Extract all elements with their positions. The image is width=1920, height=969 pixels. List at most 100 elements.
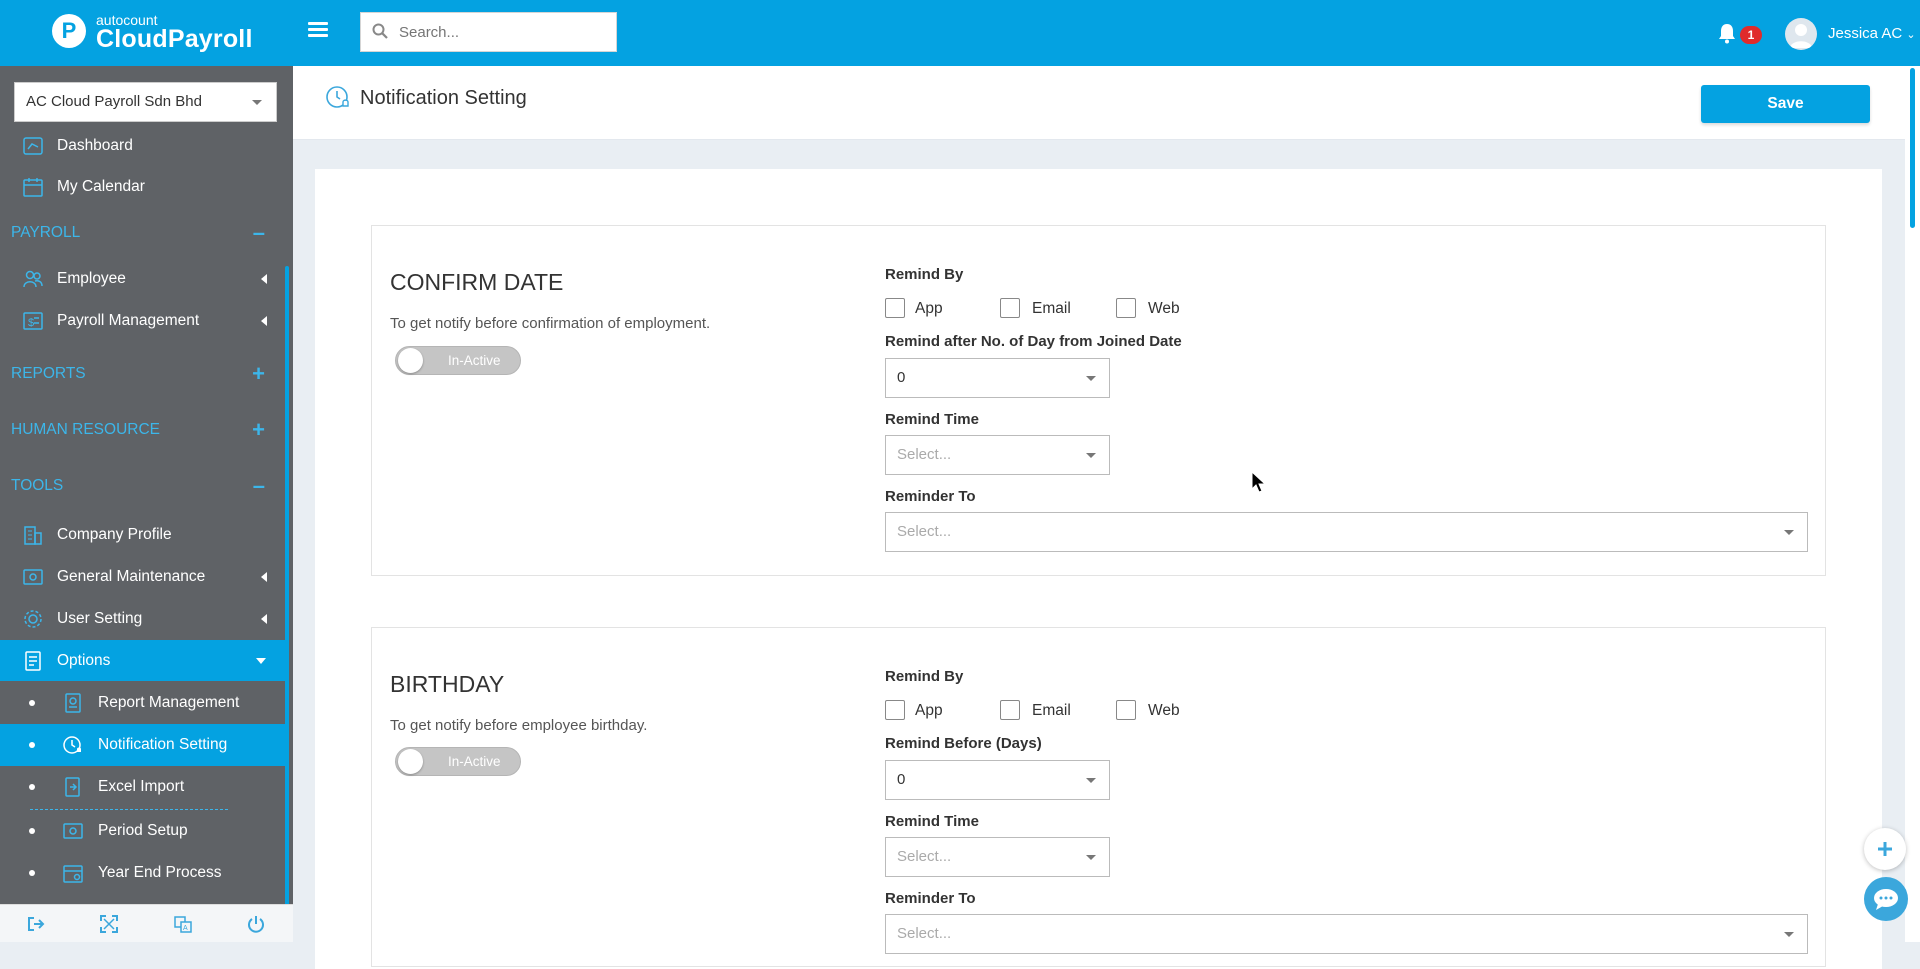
- remind-days-select[interactable]: 0: [885, 358, 1110, 398]
- sidebar-item-label: General Maintenance: [57, 568, 206, 585]
- user-avatar-icon[interactable]: [1785, 18, 1817, 50]
- app-logo[interactable]: P autocount CloudPayroll: [52, 10, 292, 56]
- section-description: To get notify before employee birthday.: [390, 717, 648, 734]
- sidebar-section-tools[interactable]: TOOLS –: [0, 463, 285, 509]
- remind-time-select[interactable]: Select...: [885, 837, 1110, 877]
- user-name-menu[interactable]: Jessica AC ⌄: [1828, 25, 1916, 42]
- email-checkbox[interactable]: [1000, 700, 1020, 720]
- bullet-icon: [29, 784, 35, 790]
- payroll-icon: $: [23, 312, 43, 330]
- chevron-left-icon: [261, 614, 267, 624]
- section-header-label: HUMAN RESOURCE: [11, 421, 160, 438]
- app-checkbox[interactable]: [885, 700, 905, 720]
- sidebar-item-label: Period Setup: [98, 822, 188, 839]
- sidebar-subitem-excel-import[interactable]: Excel Import: [0, 766, 285, 808]
- building-icon: [24, 526, 42, 545]
- svg-text:$: $: [28, 317, 34, 329]
- chevron-left-icon: [261, 572, 267, 582]
- bell-icon[interactable]: [1717, 22, 1737, 44]
- page-scrollbar[interactable]: [1905, 66, 1920, 942]
- toggle-label: In-Active: [448, 353, 501, 368]
- sidebar-subitem-report-management[interactable]: Report Management: [0, 682, 285, 724]
- page-header: Notification Setting: [293, 66, 1905, 140]
- mouse-cursor-icon: [1251, 471, 1267, 493]
- logout-icon[interactable]: [26, 914, 46, 934]
- chevron-down-icon: [1086, 778, 1096, 783]
- sidebar-section-reports[interactable]: REPORTS +: [0, 351, 285, 397]
- web-checkbox[interactable]: [1116, 298, 1136, 318]
- select-value: 0: [897, 771, 906, 788]
- sidebar-item-label: Excel Import: [98, 778, 185, 795]
- gear-icon: [24, 610, 42, 628]
- app-checkbox[interactable]: [885, 298, 905, 318]
- fullscreen-icon[interactable]: [99, 914, 119, 934]
- sidebar-item-label: Year End Process: [98, 864, 222, 881]
- remind-days-select[interactable]: 0: [885, 760, 1110, 800]
- page-title: Notification Setting: [360, 87, 527, 109]
- web-checkbox[interactable]: [1116, 700, 1136, 720]
- company-select-value: AC Cloud Payroll Sdn Bhd: [26, 93, 202, 110]
- remind-days-label: Remind after No. of Day from Joined Date: [885, 333, 1182, 350]
- status-toggle[interactable]: In-Active: [395, 747, 521, 776]
- toggle-knob: [398, 348, 423, 373]
- search-box[interactable]: [360, 12, 617, 52]
- status-toggle[interactable]: In-Active: [395, 346, 521, 375]
- sidebar-item-general-maintenance[interactable]: General Maintenance: [0, 556, 285, 597]
- sidebar-item-company-profile[interactable]: Company Profile: [0, 514, 285, 555]
- menu-icon[interactable]: [308, 22, 328, 38]
- sidebar-item-label: User Setting: [57, 610, 143, 627]
- plus-icon: [1878, 842, 1892, 856]
- sidebar-item-options[interactable]: Options: [0, 640, 285, 681]
- sidebar-item-label: Employee: [57, 270, 126, 287]
- remind-days-label: Remind Before (Days): [885, 735, 1042, 752]
- sidebar-item-label: Payroll Management: [57, 312, 200, 329]
- select-value: 0: [897, 369, 906, 386]
- sidebar-item-my-calendar[interactable]: My Calendar: [0, 166, 285, 207]
- email-checkbox-label: Email: [1032, 702, 1071, 719]
- sidebar-scrollbar[interactable]: [285, 266, 289, 926]
- reminder-to-select[interactable]: Select...: [885, 914, 1808, 954]
- reminder-to-label: Reminder To: [885, 488, 976, 505]
- reminder-to-select[interactable]: Select...: [885, 512, 1808, 552]
- email-checkbox[interactable]: [1000, 298, 1020, 318]
- sidebar-item-user-setting[interactable]: User Setting: [0, 598, 285, 639]
- sidebar-footer: A: [0, 904, 293, 942]
- add-button[interactable]: [1864, 828, 1906, 870]
- toggle-label: In-Active: [448, 754, 501, 769]
- app-checkbox-label: App: [915, 702, 943, 719]
- period-icon: [63, 823, 83, 839]
- power-icon[interactable]: [246, 914, 266, 934]
- chat-button[interactable]: [1864, 877, 1908, 921]
- search-input[interactable]: [399, 13, 609, 51]
- sidebar-item-label: My Calendar: [57, 178, 145, 195]
- web-checkbox-label: Web: [1148, 300, 1180, 317]
- sidebar-item-employee[interactable]: Employee: [0, 258, 285, 299]
- dashboard-icon: [23, 137, 43, 155]
- clock-bell-icon: [326, 86, 349, 108]
- top-bar: P autocount CloudPayroll 1 Jessica AC ⌄: [0, 0, 1920, 66]
- sidebar-subitem-year-end-process[interactable]: Year End Process: [0, 852, 285, 889]
- sidebar-item-payroll-management[interactable]: $ Payroll Management: [0, 300, 285, 341]
- options-icon: [25, 651, 41, 671]
- scrollbar-thumb[interactable]: [1910, 68, 1915, 228]
- chat-icon: [1874, 889, 1898, 910]
- sidebar-subitem-notification-setting[interactable]: Notification Setting: [0, 724, 285, 766]
- notification-count-badge[interactable]: 1: [1740, 26, 1762, 44]
- chevron-down-icon: [1086, 855, 1096, 860]
- collapse-icon: –: [252, 473, 265, 498]
- sidebar-section-payroll[interactable]: PAYROLL –: [0, 210, 285, 256]
- save-button[interactable]: Save: [1701, 85, 1870, 123]
- expand-icon: +: [252, 417, 265, 442]
- sidebar-section-human-resource[interactable]: HUMAN RESOURCE +: [0, 407, 285, 453]
- section-header-label: TOOLS: [11, 477, 64, 494]
- sidebar-subitem-period-setup[interactable]: Period Setup: [0, 810, 285, 852]
- sidebar-item-label: Dashboard: [57, 137, 133, 154]
- remind-time-select[interactable]: Select...: [885, 435, 1110, 475]
- remind-time-label: Remind Time: [885, 411, 979, 428]
- sidebar-item-dashboard[interactable]: Dashboard: [0, 132, 285, 166]
- web-checkbox-label: Web: [1148, 702, 1180, 719]
- chevron-down-icon: [252, 100, 262, 105]
- company-select[interactable]: AC Cloud Payroll Sdn Bhd: [14, 82, 277, 122]
- language-icon[interactable]: A: [173, 914, 193, 934]
- import-icon: [65, 777, 80, 797]
